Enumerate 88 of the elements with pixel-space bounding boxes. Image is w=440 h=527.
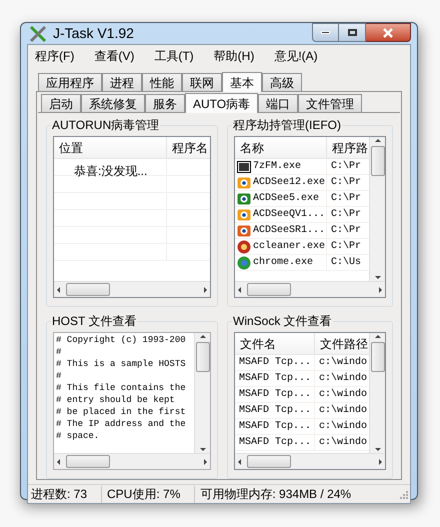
text-line: # This is a sample HOSTS [56,358,186,370]
column-header[interactable]: 位置 [54,137,167,158]
text-line: # be placed in the first [56,406,186,418]
table-cell-text: C:\Pr [330,160,362,174]
text-line: # Copyright (c) 1993-200 [56,334,186,346]
tab[interactable]: 启动 [41,94,81,112]
menu-item[interactable]: 意见!(A) [272,46,320,66]
table-cell: MSAFD Tcp... [235,387,315,402]
table-cell: MSAFD Tcp... [235,435,315,450]
round-app-icon [237,240,251,254]
column-header[interactable]: 文件名 [235,333,315,354]
archive-icon [237,160,251,174]
table-cell: MSAFD Tcp... [235,355,315,370]
table-cell-text: ACDSee5.exe [253,192,320,206]
horizontal-scrollbar[interactable] [235,281,385,297]
eye-app-icon [237,224,251,238]
table-cell-text: C:\Pr [330,240,362,254]
group-title: WinSock 文件查看 [232,314,333,328]
round-app-icon [237,256,251,270]
table-cell-text: C:\Us [330,256,362,270]
tab[interactable]: 端口 [258,94,298,112]
resize-grip-icon [398,489,408,499]
table-cell: 恭喜:没发现... [74,164,148,178]
menu-item[interactable]: 工具(T) [152,46,196,66]
list-view[interactable]: 名称 程序路 7zFM.exe C:\Pr ACDSee12.exe C:\Pr ACDSee5.exe C:\Pr ACDSeeQV1... C:\Pr ACDSeeSR1... C:\Pr ccleaner.exe C:\Pr chrome.exe C:\Us [234,136,386,298]
group-title: AUTORUN病毒管理 [51,118,160,132]
menu-item[interactable]: 程序(F) [33,46,76,66]
horizontal-scrollbar[interactable] [235,453,385,469]
tab[interactable]: 进程 [102,73,142,91]
list-view[interactable]: 位置 程序名 恭喜:没发现... [53,136,211,298]
text-line: # [56,370,62,382]
table-cell-text: c:\windo [318,404,368,418]
table-cell-text: c:\windo [318,388,368,402]
table-cell-text: ACDSeeQV1... [253,208,326,222]
menu-item[interactable]: 帮助(H) [212,46,256,66]
status-text: 进程数: 73 [28,486,102,502]
tab[interactable]: 应用程序 [38,73,102,91]
tab[interactable]: 基本 [222,72,262,92]
tab[interactable]: 性能 [142,73,182,91]
table-cell-text: c:\windo [318,420,368,434]
text-line: # entry should be kept [56,394,175,406]
table-cell: MSAFD Tcp... [235,371,315,386]
table-cell-text: ACDSeeSR1... [253,224,326,238]
table-cell-text: 7zFM.exe [253,160,302,174]
vertical-scrollbar[interactable] [369,137,385,281]
tab[interactable]: AUTO病毒 [185,93,258,113]
tab[interactable]: 联网 [182,73,222,91]
table-cell-text: c:\windo [318,372,368,386]
close-icon [382,28,394,38]
tab[interactable]: 服务 [145,94,185,112]
text-line: # The IP address and the [56,418,186,430]
table-cell-text: c:\windo [318,356,368,370]
tab[interactable]: 文件管理 [298,94,362,112]
table-cell-text: C:\Pr [330,176,362,190]
table-cell: MSAFD Tcp... [235,419,315,434]
table-cell-text: C:\Pr [330,208,362,222]
tab[interactable]: 系统修复 [81,94,145,112]
list-view[interactable]: 文件名 文件路径 MSAFD Tcp... c:\windo MSAFD Tcp... c:\windo MSAFD Tcp... c:\windo MSAFD Tcp... c:\windo MSAFD Tcp... c:\windo MSAFD Tcp... c:\windo [234,332,386,470]
tab[interactable]: 高级 [262,73,302,91]
tools-icon [29,24,47,42]
text-area[interactable]: # Copyright (c) 1993-200 # # This is a sample HOSTS # # This file contains the # entry should be kept # be placed in the first # The IP address and the # space. [53,332,211,470]
window-title: J-Task V1.92 [53,24,134,43]
table-cell-text: ACDSee12.exe [253,176,326,190]
table-cell-text: C:\Pr [330,192,362,206]
status-text: 可用物理内存: 934MB / 24% [199,486,352,502]
text-line: # [56,346,62,358]
table-cell-text: c:\windo [318,436,368,450]
column-header[interactable]: 名称 [235,137,327,158]
eye-app-icon [237,208,251,222]
group-title: 程序劫持管理(IEFO) [232,118,342,132]
status-text: CPU使用: 7% [104,486,196,502]
minimize-button[interactable] [312,23,339,42]
horizontal-scrollbar[interactable] [54,453,210,469]
group-title: HOST 文件查看 [51,314,138,328]
vertical-scrollbar[interactable] [369,333,385,453]
close-button[interactable] [366,23,411,42]
table-cell-text: chrome.exe [253,256,314,270]
vertical-scrollbar[interactable] [194,333,210,453]
table-cell: MSAFD Tcp... [235,403,315,418]
horizontal-scrollbar[interactable] [54,281,210,297]
maximize-button[interactable] [339,23,366,42]
text-line: # space. [56,430,100,442]
eye-app-icon [237,192,251,206]
menu-item[interactable]: 查看(V) [92,46,136,66]
table-cell-text: ccleaner.exe [253,240,326,254]
text-line: # This file contains the [56,382,186,394]
eye-app-icon [237,176,251,190]
table-cell-text: C:\Pr [330,224,362,238]
